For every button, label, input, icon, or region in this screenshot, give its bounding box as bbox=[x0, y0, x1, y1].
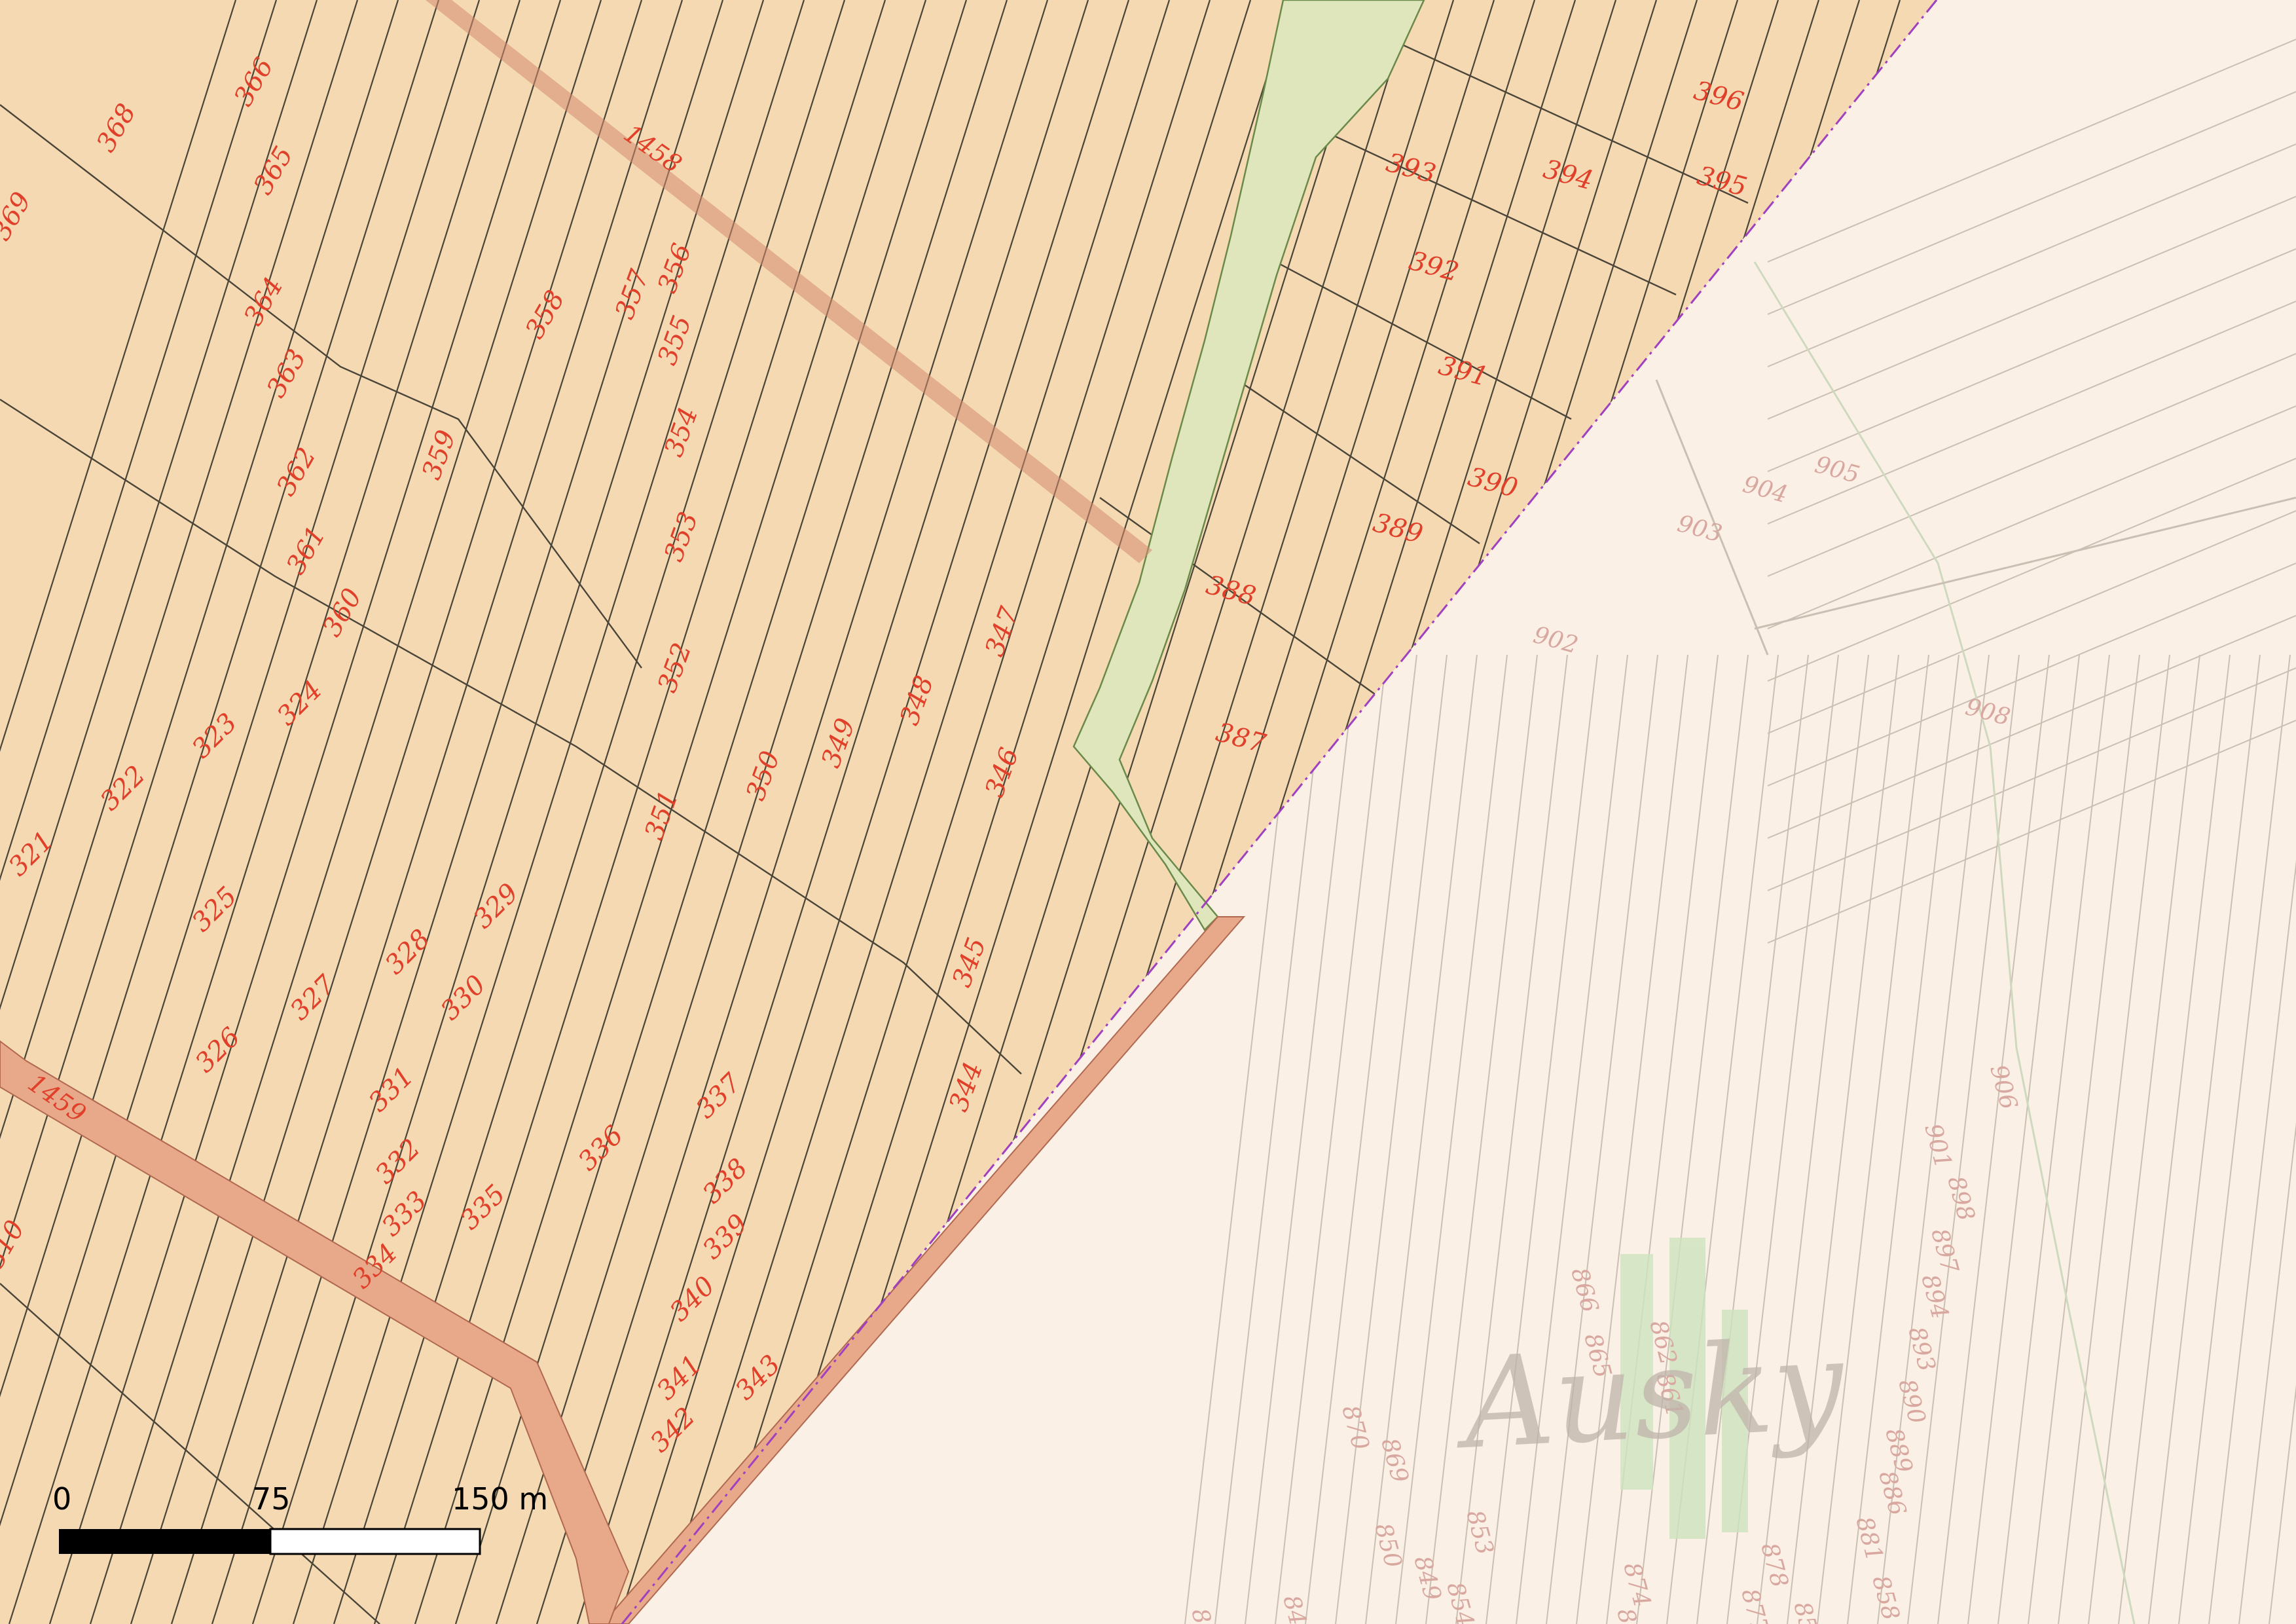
scale-bar-black-segment bbox=[59, 1529, 270, 1554]
scale-label-75: 75 bbox=[252, 1481, 291, 1517]
scale-label-0: 0 bbox=[52, 1481, 71, 1517]
scale-label-150m: 150 m bbox=[452, 1481, 548, 1517]
cadastral-map[interactable]: 396393 394 3953923913903893883873683663693… bbox=[0, 0, 2296, 1624]
locality-name: Ausky bbox=[1451, 1312, 1849, 1477]
scale-bar-white-segment bbox=[269, 1528, 481, 1555]
